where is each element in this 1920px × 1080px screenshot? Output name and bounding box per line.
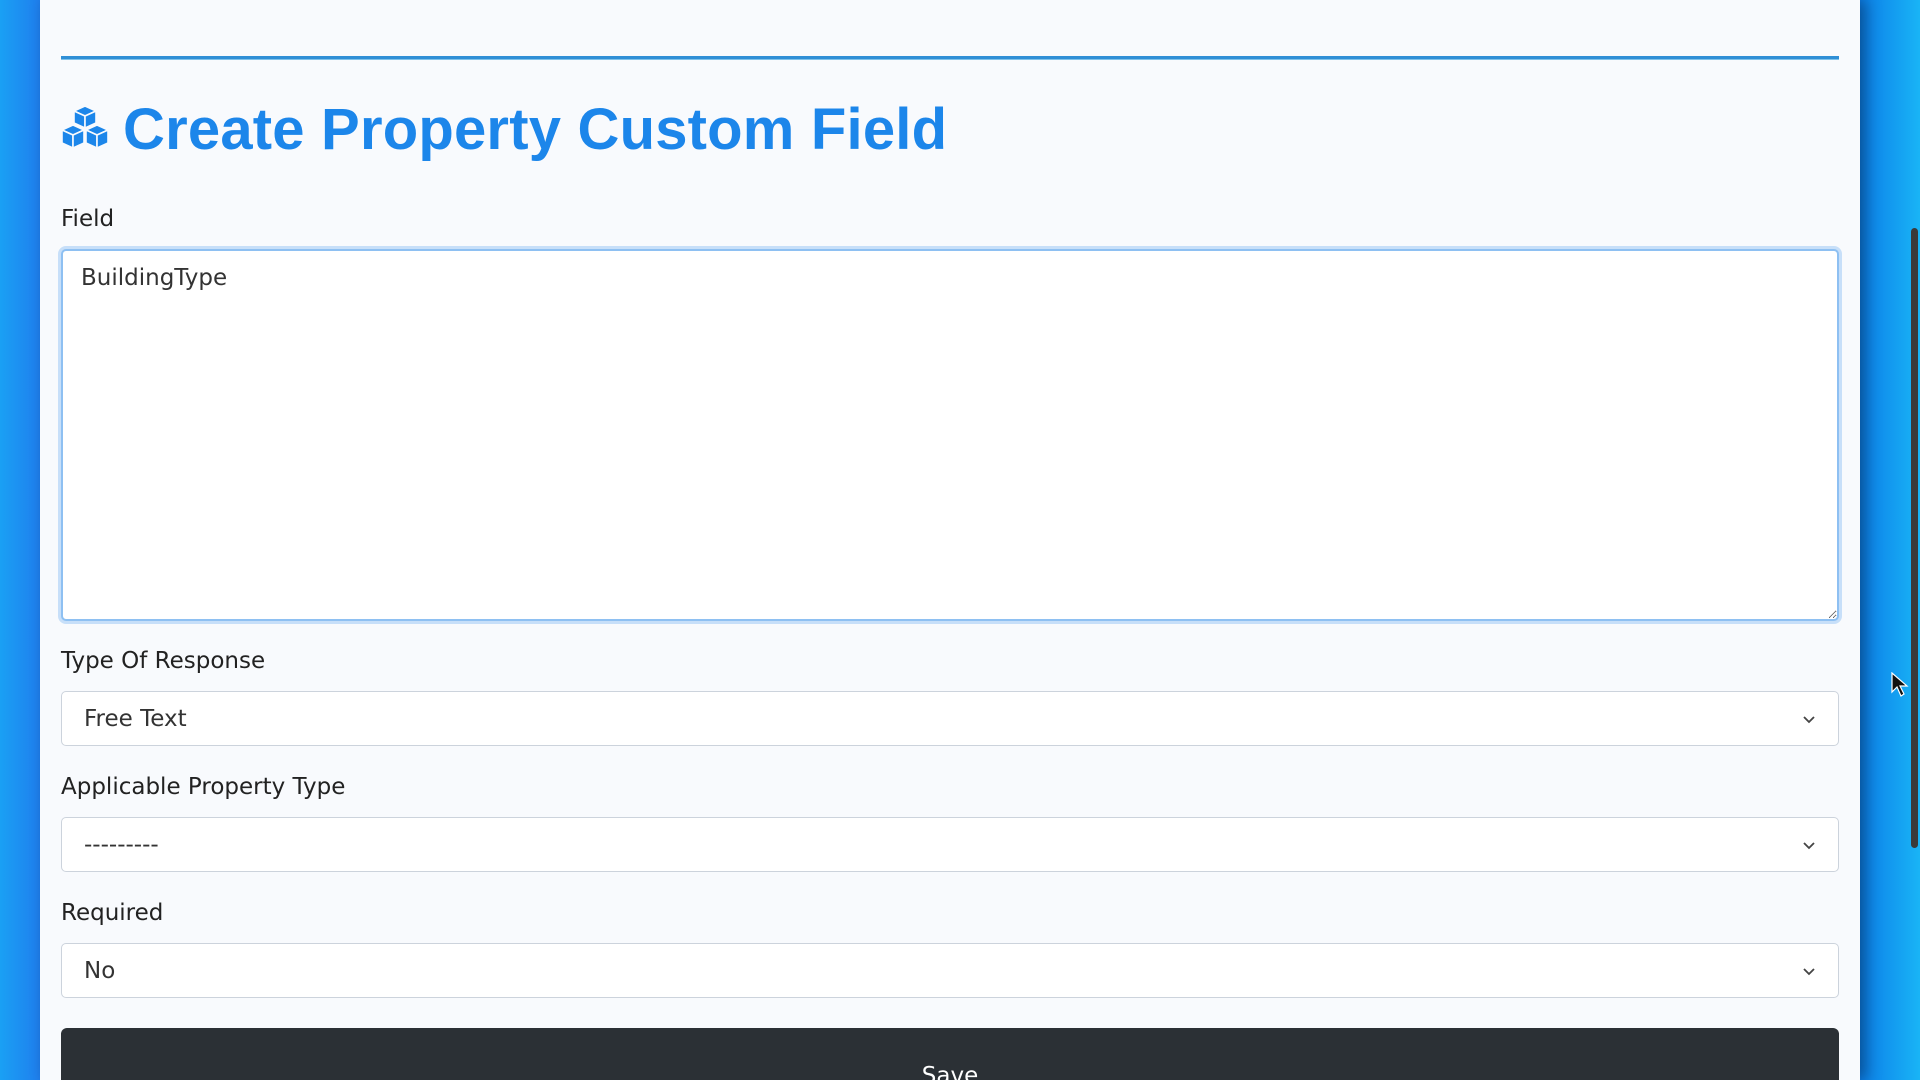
field-label: Field <box>61 206 115 232</box>
applicable-property-type-label: Applicable Property Type <box>61 774 346 800</box>
required-value: No <box>84 957 116 984</box>
chevron-down-icon <box>1802 958 1816 984</box>
type-of-response-select[interactable]: Free Text <box>61 691 1839 746</box>
applicable-property-type-value: --------- <box>84 831 159 858</box>
field-textarea[interactable]: BuildingType <box>61 249 1839 621</box>
chevron-down-icon <box>1802 832 1816 858</box>
chevron-down-icon <box>1802 706 1816 732</box>
page-header: Create Property Custom Field <box>61 94 947 164</box>
form-panel: Create Property Custom Field Field Build… <box>40 0 1860 1080</box>
left-background <box>0 0 40 1080</box>
save-button[interactable]: Save <box>61 1028 1839 1080</box>
page-scrollbar[interactable] <box>1911 228 1918 848</box>
page-title: Create Property Custom Field <box>123 96 948 162</box>
type-of-response-label: Type Of Response <box>61 648 266 674</box>
type-of-response-value: Free Text <box>84 705 187 732</box>
cubes-icon <box>61 103 109 155</box>
required-label: Required <box>61 900 164 926</box>
required-select[interactable]: No <box>61 943 1839 998</box>
mouse-cursor-icon <box>1891 672 1909 697</box>
applicable-property-type-select[interactable]: --------- <box>61 817 1839 872</box>
header-divider <box>61 56 1839 60</box>
